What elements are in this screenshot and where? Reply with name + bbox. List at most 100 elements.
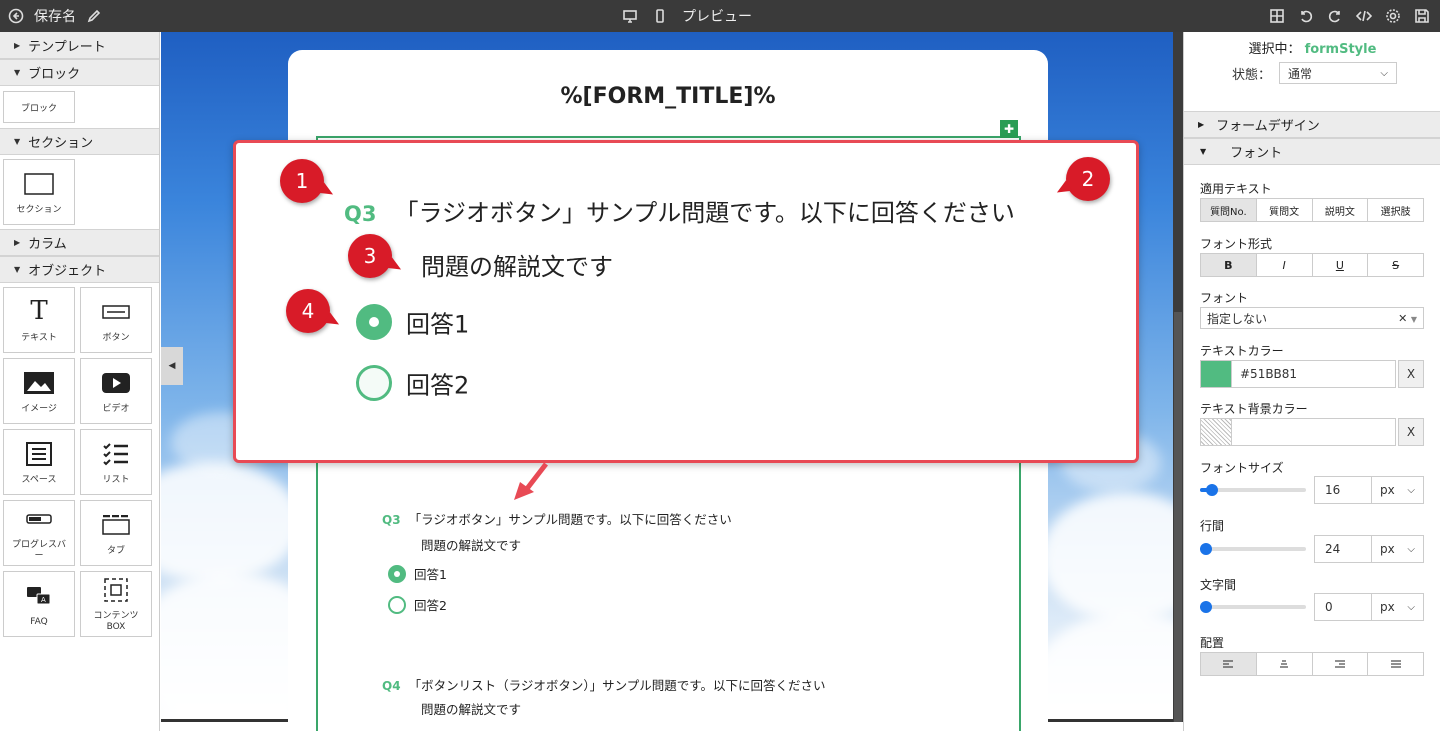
zoom-radio-option-2: 回答2 xyxy=(356,365,469,401)
font-size-unit-select[interactable]: px ⌵ xyxy=(1372,476,1424,504)
chevron-down-icon: ⌵ xyxy=(1380,67,1389,79)
line-height-slider[interactable] xyxy=(1200,543,1306,555)
radio-option-2[interactable]: 回答2 xyxy=(388,595,447,614)
font-family-select[interactable]: 指定しない ✕ ▼ xyxy=(1200,307,1424,329)
block-header[interactable]: ▼ ブロック xyxy=(0,59,159,86)
radio-checked-icon[interactable] xyxy=(388,564,406,583)
collapse-panel-button[interactable]: ◀ xyxy=(161,347,183,385)
text-color-input[interactable]: #51BB81 xyxy=(1232,360,1396,388)
object-tile-space[interactable]: スペース xyxy=(3,429,75,495)
text-color-clear-button[interactable]: X xyxy=(1398,360,1424,388)
clear-chevron-icon[interactable]: ✕ ▼ xyxy=(1398,312,1417,325)
callout-arrow-icon xyxy=(514,462,548,500)
object-tile-tab[interactable]: タブ xyxy=(80,500,152,566)
block-label: ブロック xyxy=(28,67,81,82)
text-bg-clear-button[interactable]: X xyxy=(1398,418,1424,446)
align-right-icon xyxy=(1334,660,1345,668)
text-bg-color-input[interactable] xyxy=(1232,418,1396,446)
triangle-right-icon: ▶ xyxy=(1198,120,1205,129)
form-design-header[interactable]: ▶ フォームデザイン xyxy=(1184,111,1440,138)
radio-unchecked-icon[interactable] xyxy=(388,595,406,614)
letter-spacing-input[interactable]: 0 xyxy=(1314,593,1372,621)
font-family-label: フォント xyxy=(1200,291,1249,305)
text-bg-swatch[interactable] xyxy=(1200,418,1232,446)
gear-icon[interactable] xyxy=(1385,8,1401,24)
apply-choices[interactable]: 選択肢 xyxy=(1368,199,1423,221)
font-format-label: フォント形式 xyxy=(1200,237,1273,251)
template-label: テンプレート xyxy=(28,39,106,55)
question-text: 「ボタンリスト（ラジオボタン）」サンプル問題です。以下に回答ください xyxy=(408,678,826,693)
state-label: 状態： xyxy=(1232,67,1272,83)
back-icon[interactable] xyxy=(8,8,24,24)
unit-value: px xyxy=(1380,542,1395,556)
object-tile-progressbar[interactable]: プログレスバー xyxy=(3,500,75,566)
object-tile-image[interactable]: イメージ xyxy=(3,358,75,424)
radio-option-1[interactable]: 回答1 xyxy=(388,564,447,583)
vertical-scrollbar[interactable] xyxy=(1173,32,1183,722)
question-q4: Q4 「ボタンリスト（ラジオボタン）」サンプル問題です。以下に回答ください xyxy=(382,675,825,694)
grid-icon[interactable] xyxy=(1269,8,1285,24)
zoom-question-number: Q3 xyxy=(344,202,377,226)
text-bg-color-label: テキスト背景カラー xyxy=(1200,402,1308,416)
column-header[interactable]: ▶ カラム xyxy=(0,229,159,256)
save-name: 保存名 xyxy=(34,9,76,25)
scrollbar-thumb[interactable] xyxy=(1174,312,1182,722)
align-justify-button[interactable] xyxy=(1368,653,1423,675)
align-left-button[interactable] xyxy=(1201,653,1257,675)
section-header[interactable]: ▼ セクション xyxy=(0,128,159,155)
code-icon[interactable] xyxy=(1356,8,1372,24)
redo-icon[interactable] xyxy=(1327,8,1343,24)
section-tile[interactable]: セクション xyxy=(3,159,75,225)
italic-button[interactable]: I xyxy=(1256,254,1313,276)
triangle-down-icon: ▼ xyxy=(14,137,21,146)
state-value: 通常 xyxy=(1288,66,1313,81)
object-tile-faq[interactable]: A FAQ xyxy=(3,571,75,637)
button-icon xyxy=(102,297,130,327)
undo-icon[interactable] xyxy=(1298,8,1314,24)
edit-pencil-icon[interactable] xyxy=(86,8,102,24)
align-center-button[interactable] xyxy=(1256,653,1313,675)
apply-description[interactable]: 説明文 xyxy=(1312,199,1369,221)
object-label: オブジェクト xyxy=(28,264,107,279)
object-header[interactable]: ▼ オブジェクト xyxy=(0,256,159,283)
line-height-unit-select[interactable]: px ⌵ xyxy=(1372,535,1424,563)
mobile-icon[interactable] xyxy=(652,8,668,24)
font-size-slider[interactable] xyxy=(1200,484,1306,496)
align-right-button[interactable] xyxy=(1312,653,1369,675)
object-tile-text[interactable]: T テキスト xyxy=(3,287,75,353)
letter-spacing-unit-select[interactable]: px ⌵ xyxy=(1372,593,1424,621)
font-size-input[interactable]: 16 xyxy=(1314,476,1372,504)
question-description: 問題の解説文です xyxy=(421,702,522,717)
desktop-icon[interactable] xyxy=(622,8,638,24)
object-tile-label: タブ xyxy=(106,545,125,556)
image-icon xyxy=(24,368,54,398)
callout-badge-1: 1 xyxy=(280,159,324,203)
object-tile-video[interactable]: ビデオ xyxy=(80,358,152,424)
option-label: 回答1 xyxy=(414,567,447,582)
text-bg-color-row: X xyxy=(1200,418,1424,446)
letter-spacing-slider[interactable] xyxy=(1200,601,1306,613)
option-label: 回答2 xyxy=(414,598,447,613)
template-header[interactable]: ▶ テンプレート xyxy=(0,32,159,59)
triangle-right-icon: ▶ xyxy=(14,238,21,247)
preview-label[interactable]: プレビュー xyxy=(682,6,752,26)
space-icon xyxy=(26,439,52,469)
text-color-swatch[interactable] xyxy=(1200,360,1232,388)
font-header[interactable]: ▼ フォント xyxy=(1184,138,1440,165)
strikethrough-button[interactable]: S xyxy=(1368,254,1423,276)
svg-text:A: A xyxy=(41,596,46,604)
apply-question-text[interactable]: 質問文 xyxy=(1256,199,1313,221)
state-select[interactable]: 通常 ⌵ xyxy=(1279,62,1398,84)
align-justify-icon xyxy=(1390,660,1401,668)
object-tile-list[interactable]: リスト xyxy=(80,429,152,495)
apply-question-no[interactable]: 質問No. xyxy=(1201,199,1257,221)
object-tile-button[interactable]: ボタン xyxy=(80,287,152,353)
save-icon[interactable] xyxy=(1414,8,1430,24)
object-tile-contentbox[interactable]: コンテンツBOX xyxy=(80,571,152,637)
bold-button[interactable]: B xyxy=(1201,254,1257,276)
line-height-input[interactable]: 24 xyxy=(1314,535,1372,563)
underline-button[interactable]: U xyxy=(1312,254,1369,276)
block-tile[interactable]: ブロック xyxy=(3,91,75,123)
move-handle-icon[interactable]: ✚ xyxy=(1000,120,1018,138)
zoom-callout: Q3 「ラジオボタン」サンプル問題です。以下に回答ください 問題の解説文です 回答… xyxy=(233,140,1139,463)
